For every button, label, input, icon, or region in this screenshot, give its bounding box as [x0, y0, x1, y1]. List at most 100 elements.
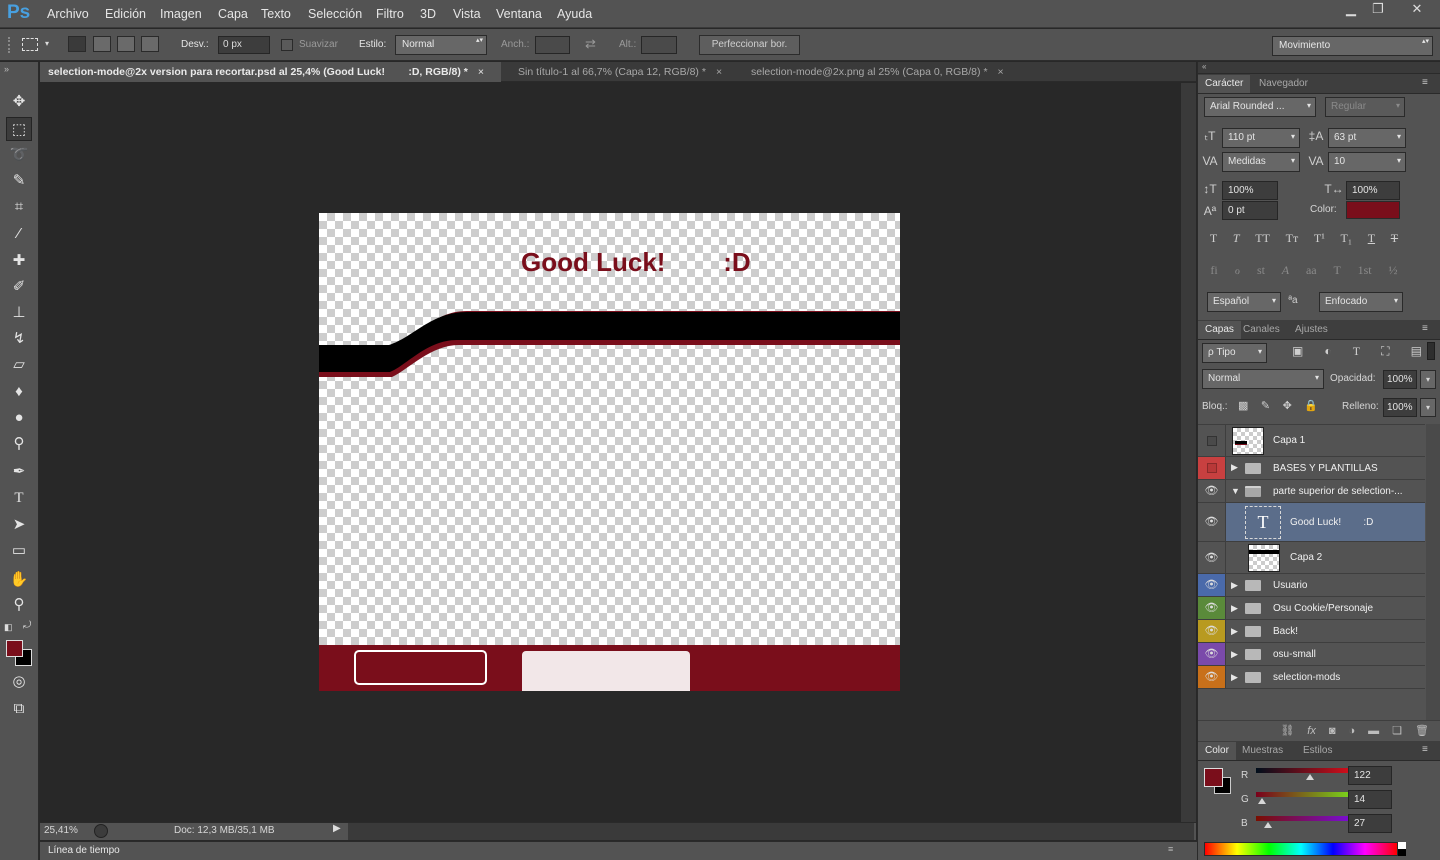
menu-archivo[interactable]: Archivo [47, 7, 89, 21]
kerning-select[interactable]: Medidas [1222, 152, 1300, 172]
eye-icon[interactable]: 👁 [1198, 480, 1226, 502]
layer-group-row[interactable]: 👁 ▶ Back! [1198, 620, 1425, 643]
ordinals-icon[interactable]: 1st [1358, 263, 1372, 285]
superscript-icon[interactable]: T¹ [1314, 231, 1325, 253]
tab-document-3[interactable]: selection-mode@2x.png al 25% (Capa 0, RG… [743, 62, 1012, 82]
timeline-label[interactable]: Línea de tiempo [48, 845, 120, 856]
restore-button[interactable]: ❐ [1363, 0, 1393, 18]
collapse-icon[interactable]: « [1202, 62, 1206, 71]
stylistic-alternates-icon[interactable]: aa [1306, 263, 1317, 285]
ligatures-icon[interactable]: fi [1210, 263, 1217, 285]
refine-edge-button[interactable]: Perfeccionar bor. [699, 35, 800, 55]
quick-mask-icon[interactable]: ◎ [6, 670, 32, 694]
small-caps-icon[interactable]: Tт [1286, 231, 1299, 253]
height-input[interactable] [641, 36, 677, 54]
green-input[interactable]: 14 [1348, 790, 1392, 809]
info-icon[interactable] [94, 824, 108, 838]
baseline-shift-input[interactable]: 0 pt [1222, 201, 1278, 220]
tab-ajustes[interactable]: Ajustes [1288, 321, 1335, 339]
style-select[interactable]: Normal [395, 35, 487, 55]
fill-input[interactable]: 100% [1383, 398, 1417, 417]
expand-arrow-icon[interactable]: ▶ [1231, 603, 1238, 614]
intersect-selection-icon[interactable] [141, 36, 159, 52]
menu-seleccion[interactable]: Selección [308, 7, 362, 21]
eyedropper-tool-icon[interactable]: ⁄ [6, 222, 32, 246]
layer-filter-select[interactable]: ρ Tipo [1202, 343, 1267, 363]
panel-menu-icon[interactable]: ≡ [1422, 77, 1428, 88]
opacity-dropdown-icon[interactable]: ▾ [1420, 370, 1436, 389]
font-style-select[interactable]: Regular [1325, 97, 1405, 117]
tab-caracter[interactable]: Carácter [1198, 75, 1251, 93]
expand-arrow-icon[interactable]: ▶ [1231, 580, 1238, 591]
foreground-color-swatch[interactable] [1204, 768, 1223, 787]
underline-icon[interactable]: T [1368, 231, 1375, 253]
all-caps-icon[interactable]: TT [1255, 231, 1270, 253]
faux-italic-icon[interactable]: T [1233, 231, 1240, 253]
menu-ayuda[interactable]: Ayuda [557, 7, 592, 21]
titling-alternates-icon[interactable]: T [1333, 263, 1340, 285]
zoom-tool-icon[interactable]: ⚲ [6, 593, 32, 617]
layer-group-row[interactable]: 👁 ▶ Osu Cookie/Personaje [1198, 597, 1425, 620]
eye-icon[interactable]: 👁 [1198, 666, 1226, 688]
tab-capas[interactable]: Capas [1198, 321, 1241, 339]
subtract-selection-icon[interactable] [117, 36, 135, 52]
fx-icon[interactable]: fx [1307, 721, 1316, 740]
document-canvas[interactable]: Good Luck! :D [319, 213, 900, 691]
lock-transparency-icon[interactable]: ▩ [1238, 399, 1248, 412]
pen-tool-icon[interactable]: ✒ [6, 460, 32, 484]
add-selection-icon[interactable] [93, 36, 111, 52]
antialias-checkbox[interactable] [281, 39, 293, 51]
old-style-icon[interactable]: ℴ [1235, 263, 1241, 285]
blue-slider-thumb[interactable] [1263, 822, 1272, 828]
eye-icon[interactable]: 👁 [1198, 542, 1226, 573]
blue-input[interactable]: 27 [1348, 814, 1392, 833]
layers-scrollbar[interactable] [1426, 424, 1440, 720]
menu-capa[interactable]: Capa [218, 7, 248, 21]
menu-vista[interactable]: Vista [453, 7, 481, 21]
leading-select[interactable]: 63 pt [1328, 128, 1406, 148]
layer-group-row[interactable]: 👁 ▼ parte superior de selection-... [1198, 480, 1425, 503]
menu-edicion[interactable]: Edición [105, 7, 146, 21]
screen-mode-icon[interactable]: ⧉ [6, 697, 32, 721]
collapse-icon[interactable]: » [4, 64, 9, 74]
expand-arrow-icon[interactable]: ▶ [1231, 672, 1238, 683]
tracking-select[interactable]: 10 [1328, 152, 1406, 172]
layer-group-row[interactable]: 👁 ▶ osu-small [1198, 643, 1425, 666]
horizontal-scale-input[interactable]: 100% [1346, 181, 1400, 200]
brush-tool-icon[interactable]: ✐ [6, 275, 32, 299]
strikethrough-icon[interactable]: T [1391, 231, 1398, 253]
filter-toggle[interactable] [1427, 342, 1435, 360]
chevron-down-icon[interactable]: ▾ [45, 39, 49, 48]
close-icon[interactable]: × [478, 66, 484, 78]
eye-icon[interactable]: 👁 [1198, 597, 1226, 619]
foreground-color-swatch[interactable] [6, 640, 23, 657]
type-filter-icon[interactable]: T [1353, 344, 1360, 359]
discretionary-ligatures-icon[interactable]: st [1257, 263, 1265, 285]
tab-muestras[interactable]: Muestras [1235, 742, 1290, 760]
expand-arrow-icon[interactable]: ▶ [1231, 462, 1238, 473]
vertical-scale-input[interactable]: 100% [1222, 181, 1278, 200]
new-selection-icon[interactable] [68, 36, 86, 52]
expand-arrow-icon[interactable]: ▶ [1231, 626, 1238, 637]
image-filter-icon[interactable]: ▣ [1292, 344, 1303, 359]
history-brush-tool-icon[interactable]: ↯ [6, 327, 32, 351]
antialias-select[interactable]: Enfocado [1319, 292, 1403, 312]
panel-menu-icon[interactable]: ≡ [1422, 744, 1428, 755]
blur-tool-icon[interactable]: ● [6, 406, 32, 430]
layer-row-selected[interactable]: 👁 T Good Luck! :D [1198, 503, 1425, 542]
lock-all-icon[interactable]: 🔒 [1304, 399, 1318, 412]
white-swatch[interactable] [1398, 842, 1406, 849]
vertical-scrollbar[interactable] [1181, 83, 1196, 822]
folder-icon[interactable]: ▬ [1368, 721, 1379, 740]
panel-menu-icon[interactable]: ≡ [1168, 844, 1173, 854]
move-tool-icon[interactable]: ✥ [6, 90, 32, 114]
font-size-select[interactable]: 110 pt [1222, 128, 1300, 148]
red-input[interactable]: 122 [1348, 766, 1392, 785]
eraser-tool-icon[interactable]: ▱ [6, 353, 32, 377]
language-select[interactable]: Español [1207, 292, 1281, 312]
tab-color[interactable]: Color [1198, 742, 1236, 760]
layer-group-row[interactable]: ▶ BASES Y PLANTILLAS [1198, 457, 1425, 480]
zoom-level[interactable]: 25,41% [44, 825, 78, 836]
feather-input[interactable]: 0 px [218, 36, 270, 54]
eye-icon[interactable]: 👁 [1198, 574, 1226, 596]
